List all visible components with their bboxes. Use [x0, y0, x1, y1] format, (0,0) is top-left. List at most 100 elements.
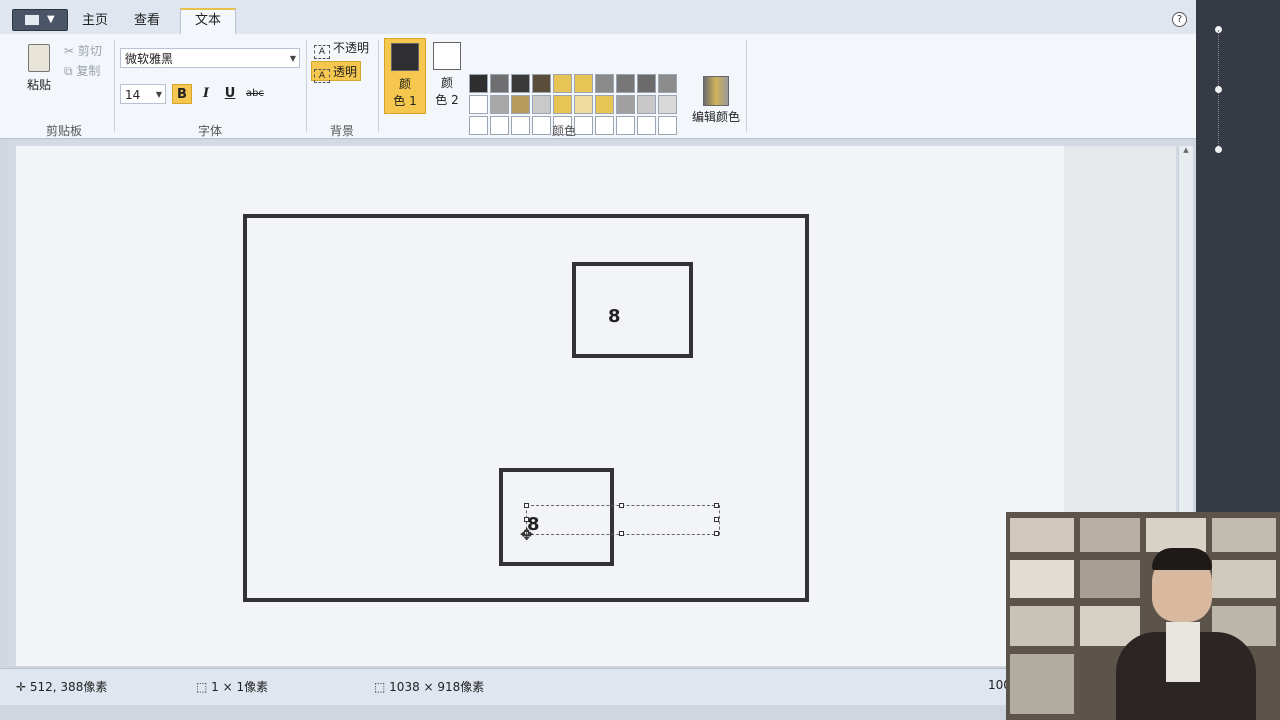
- resize-handle[interactable]: [714, 517, 719, 522]
- scissors-icon: ✂: [64, 44, 75, 58]
- colors-group-label: 颜色: [551, 124, 576, 138]
- group-divider: [746, 40, 747, 132]
- text-selection-box[interactable]: [524, 503, 720, 536]
- palette-swatch[interactable]: [490, 95, 509, 114]
- background-group-label: 背景: [329, 124, 354, 138]
- palette-swatch[interactable]: [532, 74, 551, 93]
- palette-swatch[interactable]: [469, 74, 488, 93]
- copy-icon: ⧉: [64, 64, 73, 78]
- menu-icon: [25, 15, 39, 25]
- shelf-books: [1146, 518, 1206, 552]
- font-size-select[interactable]: 14 ▼: [120, 84, 166, 104]
- palette-swatch[interactable]: [553, 74, 572, 93]
- color1-button[interactable]: 颜 色 1: [384, 38, 426, 114]
- color1-label-number: 色 1: [393, 94, 417, 108]
- ribbon: 粘贴 ✂ 剪切 ⧉ 复制 剪贴板 微软雅黑 ▼ 14 ▼ B I U abc 字…: [0, 34, 1196, 139]
- resize-handle[interactable]: [524, 503, 529, 508]
- clipboard-icon: [28, 44, 50, 72]
- italic-button[interactable]: I: [196, 84, 216, 104]
- palette-swatch[interactable]: [637, 74, 656, 93]
- color2-swatch: [433, 42, 461, 70]
- image-size-icon: ⬚: [374, 680, 386, 694]
- paste-label: 粘贴: [26, 78, 51, 92]
- scroll-up-icon[interactable]: ▲: [1179, 146, 1193, 154]
- image-size-value: 1038 × 918像素: [389, 680, 485, 694]
- palette-swatch[interactable]: [637, 95, 656, 114]
- color2-label: 颜: [440, 76, 453, 90]
- font-size-value: 14: [125, 88, 141, 102]
- palette-swatch[interactable]: [469, 95, 488, 114]
- opaque-icon: A: [314, 45, 330, 59]
- palette-swatch[interactable]: [511, 95, 530, 114]
- group-divider: [114, 40, 115, 132]
- palette-swatch[interactable]: [511, 74, 530, 93]
- shelf-books: [1010, 606, 1074, 646]
- transparent-button[interactable]: A 透明: [311, 61, 361, 83]
- drawing-canvas[interactable]: 8 8 ✥: [16, 146, 1064, 666]
- shelf-books: [1080, 518, 1140, 552]
- underline-button[interactable]: U: [220, 84, 240, 104]
- opaque-button[interactable]: A 不透明: [312, 38, 372, 59]
- resize-handle[interactable]: [619, 531, 624, 536]
- tab-text[interactable]: 文本: [180, 8, 236, 34]
- font-group-label: 字体: [197, 124, 222, 138]
- clipboard-group-label: 剪贴板: [45, 124, 82, 138]
- palette-swatch[interactable]: [658, 74, 677, 93]
- top-rectangle-digit: 8: [608, 306, 621, 327]
- palette-swatch[interactable]: [553, 95, 572, 114]
- person-hair: [1152, 548, 1212, 570]
- chevron-down-icon: ▼: [155, 90, 162, 99]
- crosshair-icon: ✛: [16, 680, 27, 694]
- handle-dot: [1215, 86, 1222, 93]
- move-cursor-icon: ✥: [520, 525, 534, 544]
- cursor-position: ✛ 512, 388像素: [16, 678, 107, 695]
- selection-size-value: 1 × 1像素: [211, 680, 269, 694]
- palette-swatch[interactable]: [616, 95, 635, 114]
- copy-label: 复制: [76, 64, 101, 78]
- font-family-select[interactable]: 微软雅黑 ▼: [120, 48, 300, 68]
- color1-label: 颜: [398, 77, 411, 91]
- opaque-label: 不透明: [333, 41, 370, 55]
- palette-swatch[interactable]: [490, 74, 509, 93]
- cursor-position-value: 512, 388像素: [29, 680, 108, 694]
- shelf-books: [1080, 560, 1140, 598]
- resize-handle[interactable]: [524, 517, 529, 522]
- palette-swatch[interactable]: [616, 74, 635, 93]
- shelf-books: [1212, 560, 1276, 598]
- group-divider: [306, 40, 307, 132]
- palette-swatch[interactable]: [658, 95, 677, 114]
- paste-button[interactable]: 粘贴: [22, 40, 56, 98]
- handle-dot: [1215, 146, 1222, 153]
- font-family-value: 微软雅黑: [125, 52, 174, 66]
- shelf-books: [1010, 560, 1074, 598]
- color1-swatch: [391, 43, 419, 71]
- color2-button[interactable]: 颜 色 2: [426, 38, 468, 114]
- cut-button[interactable]: ✂ 剪切: [64, 42, 102, 59]
- chevron-down-icon: ▼: [289, 54, 296, 63]
- palette-swatch[interactable]: [574, 74, 593, 93]
- palette-swatch[interactable]: [574, 95, 593, 114]
- palette-swatch[interactable]: [595, 95, 614, 114]
- transparent-label: 透明: [333, 65, 358, 79]
- palette-swatch[interactable]: [532, 95, 551, 114]
- tab-view[interactable]: 查看: [130, 10, 164, 34]
- cut-label: 剪切: [77, 44, 102, 58]
- bold-button[interactable]: B: [172, 84, 192, 104]
- resize-handle[interactable]: [714, 531, 719, 536]
- strikethrough-button[interactable]: abc: [244, 84, 266, 104]
- top-rectangle: 8: [572, 262, 693, 358]
- help-icon[interactable]: ?: [1172, 12, 1187, 27]
- resize-handle[interactable]: [714, 503, 719, 508]
- resize-handle[interactable]: [619, 503, 624, 508]
- shelf-books: [1010, 518, 1074, 552]
- person-shirt: [1166, 622, 1200, 682]
- selection-icon: ⬚: [196, 680, 208, 694]
- selection-size: ⬚ 1 × 1像素: [196, 678, 268, 695]
- image-size: ⬚ 1038 × 918像素: [374, 678, 484, 695]
- chevron-down-icon: ▼: [47, 14, 55, 25]
- tab-home[interactable]: 主页: [78, 10, 112, 34]
- app-menu-button[interactable]: ▼: [12, 9, 68, 31]
- copy-button[interactable]: ⧉ 复制: [64, 62, 100, 79]
- palette-swatch[interactable]: [595, 74, 614, 93]
- edit-colors-icon: [703, 76, 729, 106]
